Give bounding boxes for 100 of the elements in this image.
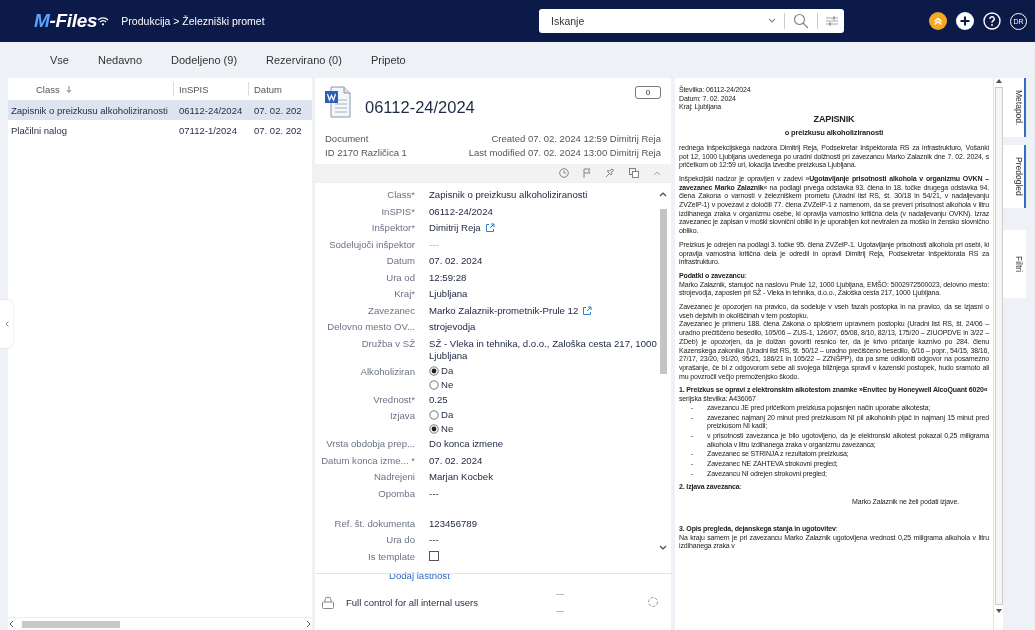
- radio-button[interactable]: [429, 365, 439, 376]
- scroll-up-icon[interactable]: [659, 191, 667, 197]
- column-header[interactable]: InSPIS: [179, 82, 209, 96]
- radio-label: Da: [441, 408, 454, 422]
- search-icon[interactable]: [793, 13, 809, 29]
- scroll-right-icon[interactable]: [304, 620, 312, 628]
- table-cell-text: 06112-24/2024: [178, 104, 244, 116]
- property-value: ---: [429, 487, 439, 500]
- nav-tab[interactable]: Rezervirano (0): [266, 54, 342, 66]
- breadcrumb[interactable]: Produkcija > Železniški promet: [121, 15, 265, 27]
- property-value: strojevodja: [429, 321, 476, 333]
- scroll-up-icon[interactable]: [995, 78, 1002, 83]
- object-id: ID 2170 Različica 1: [325, 146, 407, 160]
- property-label: Ura do: [385, 533, 415, 547]
- property-value: Ljubljana: [429, 288, 468, 300]
- property-value: SŽ - Vleka in tehnika, d.o.o., Zaloška cesta 217, 1000 Ljubljana: [429, 337, 658, 362]
- search-field[interactable]: Iskanje: [539, 9, 844, 33]
- radio-label: Da: [441, 363, 454, 378]
- filter-sliders-icon[interactable]: [826, 16, 838, 26]
- checkbox[interactable]: [429, 550, 439, 561]
- sort-arrow-icon[interactable]: [65, 85, 72, 93]
- property-label: Datum konca izme... *: [320, 453, 415, 468]
- nav-tab[interactable]: Nedavno: [97, 54, 142, 66]
- horizontal-scrollbar[interactable]: [8, 617, 312, 630]
- modified-info: Last modified 07. 02. 2024 13:00 Dimitrij Reja: [468, 146, 661, 160]
- table-cell-text: Plačilni nalog: [10, 124, 68, 136]
- object-type: Document: [325, 132, 370, 146]
- table-cell-text: Zapisnik o preizkusu alkoholiziranosti: [10, 104, 169, 116]
- property-label: Kraj*: [393, 287, 415, 301]
- side-tab[interactable]: Metapod.: [1003, 78, 1026, 138]
- property-label: Ura od: [385, 270, 415, 285]
- external-link-icon[interactable]: [582, 305, 593, 316]
- radio-label: Ne: [441, 422, 454, 436]
- help-icon[interactable]: [983, 12, 1001, 30]
- nav-tab[interactable]: Dodeljeno (9): [171, 54, 238, 66]
- copy-icon[interactable]: [629, 168, 639, 178]
- notification-icon[interactable]: [929, 12, 947, 30]
- chevron-left-icon[interactable]: [4, 321, 9, 327]
- collapse-handle[interactable]: [0, 300, 13, 348]
- property-label: Vrednost*: [372, 392, 415, 407]
- property-value: Do konca izmene: [429, 438, 504, 450]
- property-label: Is template: [367, 549, 415, 564]
- property-label: Opomba: [377, 486, 415, 501]
- wifi-icon: [97, 16, 110, 26]
- nav-tab[interactable]: Pripeto: [370, 54, 406, 66]
- collapse-icon[interactable]: [653, 170, 661, 176]
- property-label: Družba v SŽ: [360, 336, 415, 351]
- vertical-scrollbar[interactable]: [993, 78, 1003, 630]
- property-label: Ref. št. dokumenta: [333, 516, 415, 531]
- side-tab[interactable]: Predogled: [1003, 145, 1026, 209]
- property-value: ---: [429, 534, 439, 546]
- flag-icon[interactable]: [583, 168, 591, 178]
- lock-icon: [322, 595, 334, 609]
- list-row[interactable]: Plačilni nalog 07112-1/2024 07. 02. 202: [8, 120, 312, 140]
- table-cell-text: 07. 02. 202: [253, 104, 303, 116]
- created-info: Created 07. 02. 2024 12:59 Dimitrij Reja: [490, 132, 661, 146]
- side-tab[interactable]: Filtri: [1003, 230, 1026, 299]
- property-value: 123456789: [429, 517, 478, 530]
- property-value: 07. 02. 2024: [429, 454, 483, 467]
- history-icon[interactable]: [559, 168, 569, 178]
- add-icon[interactable]: [956, 12, 974, 30]
- document-title: ZAPISNIK: [812, 114, 856, 126]
- column-header[interactable]: Class: [36, 82, 60, 96]
- scroll-down-icon[interactable]: [659, 545, 667, 551]
- external-link-icon[interactable]: [484, 223, 495, 233]
- list-row[interactable]: Zapisnik o preizkusu alkoholiziranosti 06112-24/2024 07. 02. 202: [8, 100, 312, 120]
- property-value: 0.25: [429, 393, 448, 406]
- property-label: Datum: [385, 254, 415, 268]
- scroll-down-icon[interactable]: [995, 609, 1002, 614]
- property-label: Delovno mesto OV...: [326, 320, 415, 334]
- property-label: Sodelujoči inšpektor: [328, 237, 415, 252]
- search-input[interactable]: Iskanje: [549, 14, 768, 28]
- property-label: Class*: [386, 188, 415, 202]
- permissions-detail: ---: [556, 589, 564, 598]
- scroll-left-icon[interactable]: [8, 620, 16, 628]
- refresh-icon[interactable]: [647, 596, 659, 608]
- property-value: Marko Zalaznik-prometnik-Prule 12: [429, 304, 579, 317]
- property-value: 12:59:28: [429, 271, 467, 284]
- comment-count[interactable]: 0: [635, 86, 661, 99]
- property-label: InSPIS*: [380, 204, 415, 219]
- radio-label: Ne: [441, 377, 454, 392]
- nav-tab[interactable]: Vse: [50, 54, 69, 66]
- word-document-icon: [325, 86, 351, 118]
- pin-icon[interactable]: [605, 168, 615, 178]
- permissions-detail: ---: [556, 606, 564, 615]
- property-label: Inšpektor*: [370, 221, 415, 235]
- property-label: Izjava: [388, 409, 415, 423]
- radio-button[interactable]: [429, 379, 439, 390]
- app-logo[interactable]: M-Files: [34, 10, 98, 32]
- radio-button[interactable]: [429, 424, 439, 434]
- property-label: Vrsta obdobja prep...: [325, 437, 415, 451]
- column-header[interactable]: Datum: [254, 82, 282, 96]
- property-label: Alkoholiziran: [359, 364, 415, 379]
- property-label: Nadrejeni: [372, 470, 415, 484]
- property-value: ---: [429, 238, 439, 251]
- table-cell-text: 07. 02. 202: [253, 124, 303, 136]
- chevron-down-icon[interactable]: [768, 18, 776, 24]
- table-cell-text: 07112-1/2024: [178, 124, 238, 136]
- radio-button[interactable]: [429, 410, 439, 420]
- property-value: 06112-24/2024: [429, 205, 493, 218]
